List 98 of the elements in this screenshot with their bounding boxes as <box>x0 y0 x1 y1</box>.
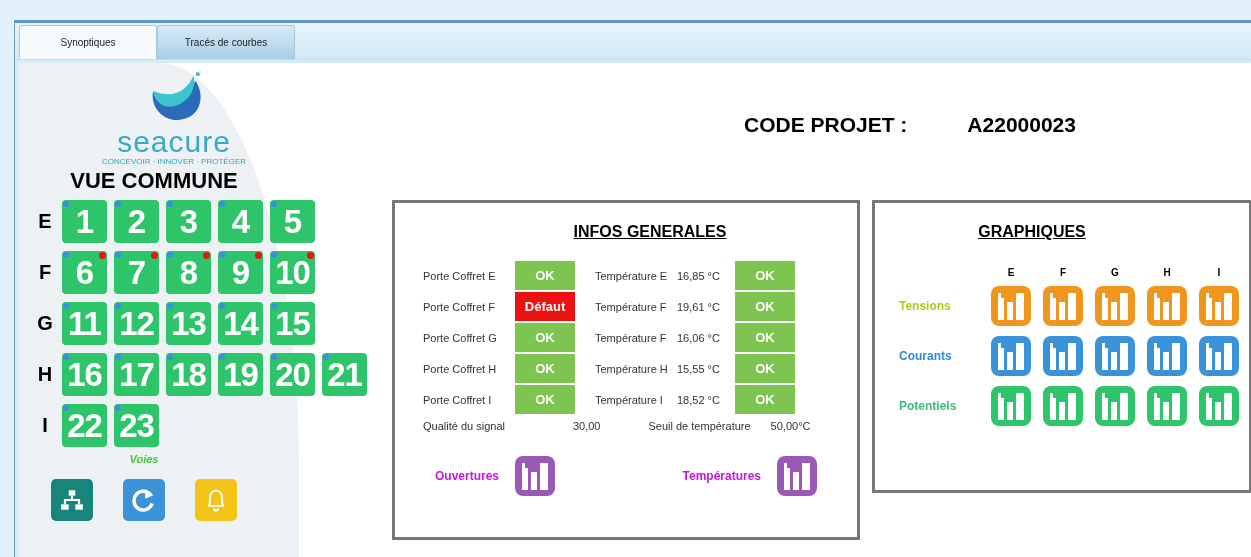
channel-tile[interactable]: 18 <box>166 353 211 396</box>
bar-chart-button[interactable] <box>775 454 819 498</box>
channel-tile[interactable]: 9 <box>218 251 263 294</box>
temperature-status: OK <box>735 292 795 321</box>
temperature-value: 15,55 °C <box>677 362 721 375</box>
channel-tile[interactable]: 13 <box>166 302 211 345</box>
chart-label: Températures <box>682 469 761 483</box>
bar-chart-button[interactable] <box>989 334 1033 378</box>
channel-tile[interactable]: 22 <box>62 404 107 447</box>
bar-chart-button[interactable] <box>1093 384 1137 428</box>
channel-tile[interactable]: 16 <box>62 353 107 396</box>
column-header: F <box>1059 267 1067 278</box>
bar-chart-button[interactable] <box>1093 334 1137 378</box>
bar-chart-button[interactable] <box>989 384 1033 428</box>
bar-chart-button[interactable] <box>1041 384 1085 428</box>
logo-wordmark: seacure <box>117 127 231 157</box>
bar-chart-button[interactable] <box>1197 284 1241 328</box>
door-status: OK <box>515 385 575 414</box>
bar-chart-button[interactable] <box>1041 284 1085 328</box>
door-label: Porte Coffret E <box>423 269 497 282</box>
group-letter: F <box>37 261 53 284</box>
door-label: Porte Coffret H <box>423 362 498 375</box>
series-label: Potentiels <box>898 399 957 413</box>
project-code-value: A22000023 <box>967 113 1076 137</box>
network-button[interactable] <box>51 479 93 521</box>
bar-chart-button[interactable] <box>1145 334 1189 378</box>
refresh-button[interactable] <box>123 479 165 521</box>
channel-tile[interactable]: 12 <box>114 302 159 345</box>
bar-chart-button[interactable] <box>989 284 1033 328</box>
door-status: OK <box>515 261 575 290</box>
temperature-label: Température H <box>594 362 669 375</box>
bar-chart-button[interactable] <box>1145 284 1189 328</box>
channel-tile[interactable]: 4 <box>218 200 263 243</box>
bar-chart-button[interactable] <box>1041 334 1085 378</box>
door-label: Porte Coffret I <box>423 393 493 406</box>
door-status: Défaut <box>515 292 575 321</box>
tab[interactable]: Tracés de courbes <box>157 25 295 59</box>
temperature-status: OK <box>735 323 795 352</box>
channel-tile[interactable]: 21 <box>322 353 367 396</box>
group-letter: E <box>37 210 53 233</box>
temperature-status: OK <box>735 261 795 290</box>
bar-chart-button[interactable] <box>1197 334 1241 378</box>
chart-label: Ouvertures <box>435 469 500 483</box>
bar-chart-button[interactable] <box>513 454 558 498</box>
door-status: OK <box>515 354 575 383</box>
series-label: Courants <box>898 349 952 363</box>
temperature-status: OK <box>735 385 795 414</box>
channel-tile[interactable]: 8 <box>166 251 211 294</box>
project-code-label: CODE PROJET : <box>744 113 908 137</box>
temperature-label: Température E <box>594 269 669 282</box>
group-letter: I <box>41 414 49 437</box>
door-status: OK <box>515 323 575 352</box>
bar-chart-button[interactable] <box>1093 284 1137 328</box>
column-header: G <box>1111 267 1119 278</box>
group-letter: H <box>36 363 54 386</box>
temperature-label: Température F <box>594 300 668 313</box>
channel-tile[interactable]: 7 <box>114 251 159 294</box>
channel-tile[interactable]: 23 <box>114 404 159 447</box>
temperature-value: 16,85 °C <box>677 269 721 282</box>
group-letter: G <box>36 312 54 335</box>
temperature-value: 16,06 °C <box>677 331 721 344</box>
column-header: I <box>1217 267 1221 278</box>
tab[interactable]: Synoptiques <box>19 25 157 59</box>
channel-tile[interactable]: 14 <box>218 302 263 345</box>
channel-tile[interactable]: 17 <box>114 353 159 396</box>
channel-tile[interactable]: 5 <box>270 200 315 243</box>
column-header: H <box>1163 267 1171 278</box>
bar-chart-button[interactable] <box>1145 384 1189 428</box>
temperature-label: Température F <box>594 331 668 344</box>
panel-title: INFOS GENERALES <box>572 223 728 241</box>
threshold-value: 50,00°C <box>770 420 811 432</box>
signal-label: Qualité du signal <box>423 420 505 432</box>
channel-tile[interactable]: 3 <box>166 200 211 243</box>
channel-tile[interactable]: 10 <box>270 251 315 294</box>
column-header: E <box>1007 267 1015 278</box>
channel-tile[interactable]: 11 <box>62 302 107 345</box>
channels-caption: Voies <box>129 453 159 465</box>
channel-tile[interactable]: 1 <box>62 200 107 243</box>
temperature-status: OK <box>735 354 795 383</box>
logo-tagline: CONCEVOIR · INNOVER · PROTÉGER <box>102 157 246 166</box>
temperature-label: Température I <box>594 393 664 406</box>
series-label: Tensions <box>898 299 951 313</box>
door-label: Porte Coffret F <box>423 300 496 313</box>
channel-tile[interactable]: 6 <box>62 251 107 294</box>
network-icon <box>59 487 85 513</box>
door-label: Porte Coffret G <box>423 331 498 344</box>
channel-tile[interactable]: 20 <box>270 353 315 396</box>
panel-title: GRAPHIQUES <box>977 223 1087 241</box>
bell-button[interactable] <box>195 479 237 521</box>
temperature-value: 19,61 °C <box>677 300 721 313</box>
bar-chart-button[interactable] <box>1197 384 1241 428</box>
channel-tile[interactable]: 19 <box>218 353 263 396</box>
view-title: VUE COMMUNE <box>70 168 238 194</box>
channel-tile[interactable]: 2 <box>114 200 159 243</box>
signal-value: 30,00 <box>572 420 601 432</box>
threshold-label: Seuil de température <box>648 420 751 432</box>
channel-tile[interactable]: 15 <box>270 302 315 345</box>
temperature-value: 18,52 °C <box>677 393 721 406</box>
